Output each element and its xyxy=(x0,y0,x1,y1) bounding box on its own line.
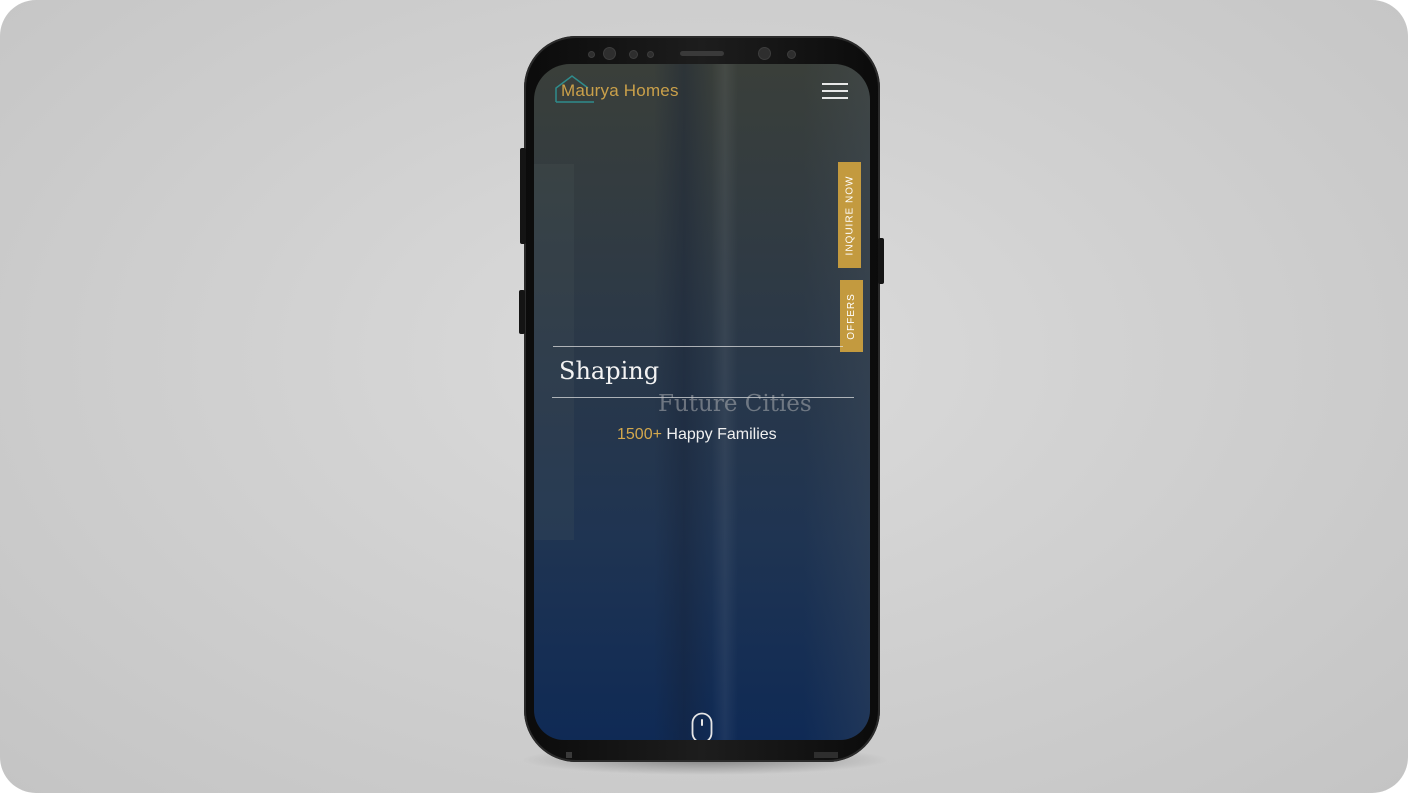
background-wall xyxy=(534,164,574,540)
volume-button xyxy=(520,148,526,244)
phone-bottom-edge xyxy=(566,752,838,758)
hamburger-menu-icon[interactable] xyxy=(822,83,848,99)
inquire-now-label: INQUIRE NOW xyxy=(844,175,856,255)
hero-title: Shaping xyxy=(559,357,660,385)
bixby-button xyxy=(519,290,525,334)
brand-name: Maurya Homes xyxy=(561,81,679,100)
hero-subtitle: Future Cities xyxy=(658,391,812,417)
happy-families-stat: 1500+ Happy Families xyxy=(617,426,777,444)
offers-label: OFFERS xyxy=(846,292,857,340)
offers-tab[interactable]: OFFERS xyxy=(840,280,863,352)
front-camera xyxy=(604,48,615,59)
iris-scanner xyxy=(759,48,770,59)
phone-mockup: Maurya Homes INQUIRE NOW OFFERS Shaping … xyxy=(519,36,884,762)
sensor-dot xyxy=(648,52,653,57)
stat-label: Happy Families xyxy=(661,426,777,443)
power-button xyxy=(878,238,884,284)
earpiece-speaker xyxy=(680,51,724,56)
background-stage: Maurya Homes INQUIRE NOW OFFERS Shaping … xyxy=(0,0,1408,793)
hero-divider-top xyxy=(553,346,843,347)
stat-count: 1500+ xyxy=(617,426,662,443)
sensor-dot xyxy=(630,51,637,58)
phone-top-sensors xyxy=(524,42,880,64)
mouse-scroll-icon[interactable] xyxy=(691,712,713,740)
phone-screen: Maurya Homes INQUIRE NOW OFFERS Shaping … xyxy=(534,64,870,740)
sensor-dot xyxy=(589,52,594,57)
sensor-dot xyxy=(788,51,795,58)
inquire-now-tab[interactable]: INQUIRE NOW xyxy=(838,162,861,268)
